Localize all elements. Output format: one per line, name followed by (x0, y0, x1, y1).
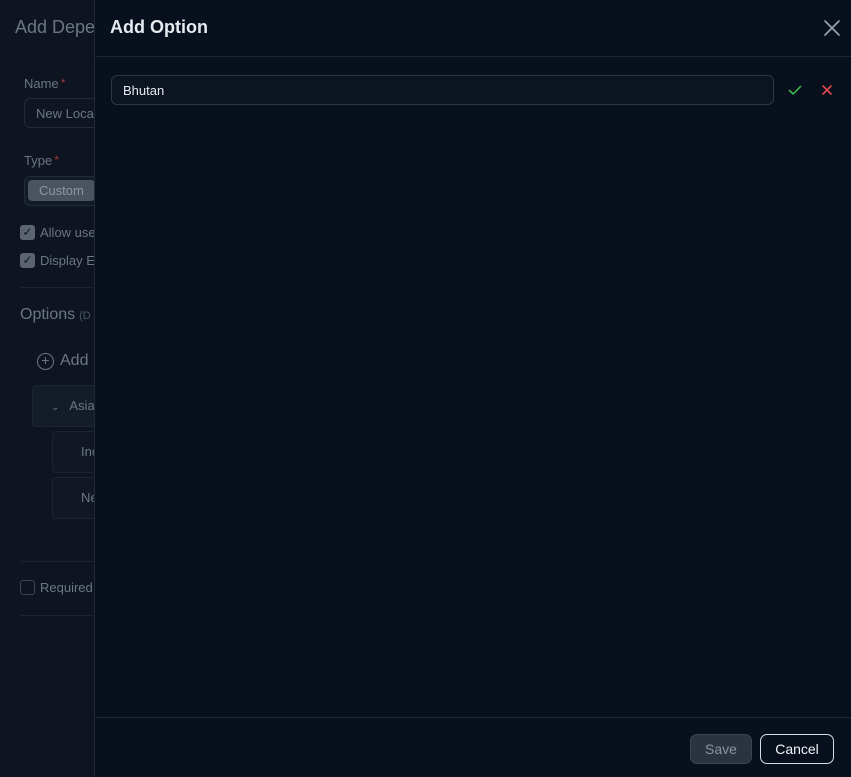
option-name-input[interactable] (111, 75, 774, 105)
display-checkbox-row[interactable]: ✓ Display E (20, 253, 95, 268)
type-label-text: Type (24, 153, 53, 168)
cancel-option-button[interactable] (819, 82, 835, 98)
save-button[interactable]: Save (690, 734, 752, 764)
name-label: Name * (24, 76, 65, 91)
check-icon[interactable] (787, 82, 803, 98)
options-heading: Options (D (20, 306, 91, 324)
options-heading-text: Options (20, 306, 76, 323)
checkbox-unchecked-icon[interactable] (20, 580, 35, 595)
name-label-text: Name (24, 76, 59, 91)
add-option-label: Add (60, 352, 89, 369)
drawer-footer: Save Cancel (95, 717, 851, 777)
cancel-button[interactable]: Cancel (760, 734, 834, 764)
plus-circle-icon: + (37, 352, 54, 370)
display-checkbox-label: Display E (40, 253, 95, 268)
allow-checkbox-row[interactable]: ✓ Allow use (20, 225, 96, 240)
drawer-title: Add Option (110, 17, 208, 37)
allow-checkbox-label: Allow use (40, 225, 96, 240)
add-option-drawer: Add Option Save Cancel (94, 0, 851, 777)
x-icon[interactable] (819, 82, 835, 98)
options-subtext: (D (79, 310, 91, 322)
tree-group-label: Asia (69, 398, 95, 413)
close-icon[interactable] (822, 18, 842, 38)
background-title: Add Depe (15, 17, 96, 37)
confirm-option-button[interactable] (787, 82, 803, 98)
add-option-button[interactable]: + Add (37, 352, 88, 370)
required-checkbox-row[interactable]: Required (20, 580, 93, 595)
close-button[interactable] (822, 18, 842, 38)
chevron-down-icon[interactable]: ⌄ (51, 402, 59, 413)
checkbox-checked-icon[interactable]: ✓ (20, 253, 35, 268)
checkbox-checked-icon[interactable]: ✓ (20, 225, 35, 240)
type-chip: Custom (28, 180, 95, 201)
required-mark: * (54, 153, 59, 167)
drawer-header: Add Option (95, 0, 851, 57)
required-checkbox-label: Required (40, 580, 93, 595)
type-label: Type * (24, 153, 59, 168)
required-mark: * (60, 76, 66, 90)
